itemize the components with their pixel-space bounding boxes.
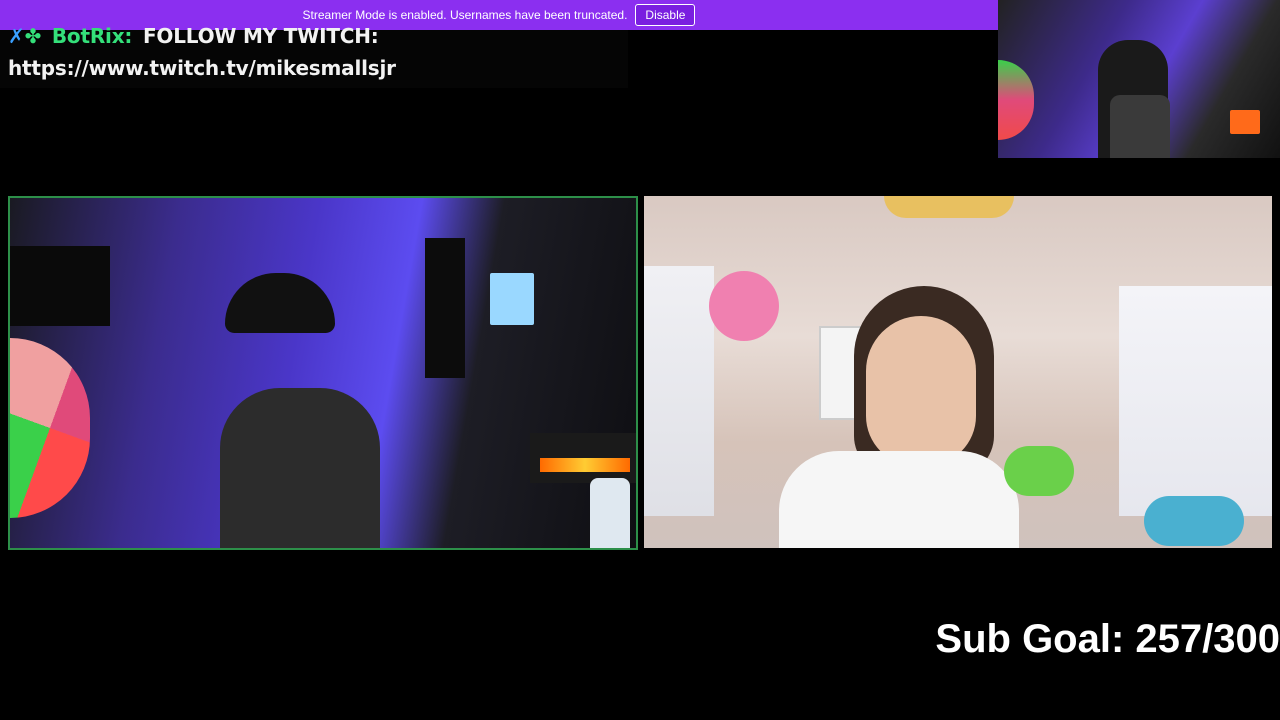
fire-graphic (540, 458, 630, 472)
shirt-graphic (1110, 95, 1170, 158)
streamer-webcam (8, 196, 638, 550)
prize-wheel-graphic (998, 60, 1034, 140)
hat-graphic (709, 271, 779, 341)
guest-webcam (644, 196, 1272, 548)
sub-goal-counter: Sub Goal: 257/300 (935, 617, 1280, 661)
chat-message: ✗✤ BotRix: FOLLOW MY TWITCH: (8, 24, 379, 48)
shirt-graphic (779, 451, 1019, 548)
disable-streamer-mode-button[interactable]: Disable (635, 4, 696, 26)
cap-graphic (225, 273, 335, 333)
face-graphic (866, 316, 976, 466)
window-curtain-graphic (1119, 286, 1272, 516)
chat-message-text: FOLLOW MY TWITCH: (142, 24, 379, 48)
chat-username: BotRix: (51, 24, 133, 48)
ceiling-fan-graphic (884, 196, 1014, 218)
light-panel-graphic (490, 273, 534, 325)
plush-toy-graphic (1004, 446, 1074, 496)
wall-panel-graphic (10, 246, 110, 326)
prize-wheel-graphic (10, 338, 90, 518)
water-bottle-graphic (590, 478, 630, 548)
gem-icon: ✤ (24, 24, 42, 48)
streamer-mode-message: Streamer Mode is enabled. Usernames have… (302, 8, 628, 22)
shirt-graphic (220, 388, 380, 548)
sword-icon: ✗ (8, 24, 25, 48)
plush-toy-graphic (1144, 496, 1244, 546)
window-curtain-graphic (644, 266, 714, 516)
wall-panel-graphic (425, 238, 465, 378)
chat-overlay: ✗✤ BotRix: FOLLOW MY TWITCH: https://www… (0, 24, 628, 88)
chat-link[interactable]: https://www.twitch.tv/mikesmallsjr (8, 56, 396, 80)
streamer-webcam-small (998, 0, 1280, 158)
fireplace-graphic (1230, 110, 1260, 134)
